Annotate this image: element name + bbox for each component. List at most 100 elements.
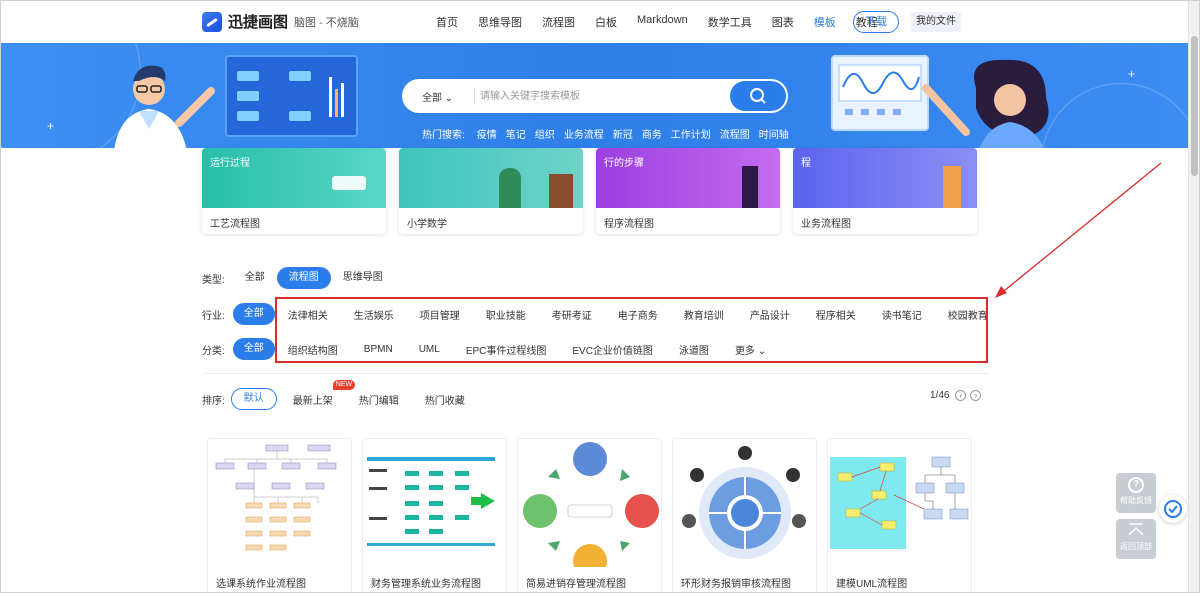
sort-hot-edit-button[interactable]: 热门编辑 [359,392,399,407]
template-card[interactable]: 建模UML流程图 [827,438,972,592]
presenter-illustration-right [922,59,1049,148]
page-indicator: 1/46 [930,390,950,401]
template-card-title: 选课系统作业流程图 [216,579,306,590]
type-filter-label: 类型: [202,274,225,286]
prev-page-icon[interactable]: ‹ [955,390,967,401]
hot-search-item[interactable]: 业务流程 [564,126,604,141]
hot-search-item[interactable]: 组织 [535,126,555,141]
template-search-box: 全部 ⌄ [402,79,788,113]
logo-subtitle: 脑图 - 不烧脑 [294,16,359,29]
type-filter: 类型: 全部 流程图 思维导图 [202,267,395,289]
template-thumbnail [673,439,816,567]
page-scrollbar[interactable] [1188,1,1199,592]
help-feedback-button[interactable]: ? 帮助反馈 [1116,473,1156,513]
nav-item-markdown[interactable]: Markdown [637,14,688,30]
hot-search-item[interactable]: 工作计划 [671,126,711,141]
sort-default-button[interactable]: 默认 [230,388,277,410]
template-thumbnail [363,439,506,567]
download-button[interactable]: 下载 [853,11,899,33]
new-badge: NEW [332,379,356,390]
nav-item-mindmap[interactable]: 思维导图 [478,14,522,30]
back-to-top-label: 返回顶部 [1120,542,1152,551]
my-files-button[interactable]: 我的文件 [911,12,961,32]
hot-search-label: 热门搜索: [422,130,465,141]
assistant-bubble-icon[interactable] [1159,495,1187,523]
featured-card-image: 运行过程 [202,148,386,208]
template-card[interactable]: 选课系统作业流程图 [207,438,352,592]
category-filter-label: 分类: [202,345,225,357]
sort-newest-button[interactable]: 最新上架 NEW [293,379,356,407]
sort-label: 排序: [202,395,225,407]
hot-search-item[interactable]: 流程图 [720,126,750,141]
back-to-top-button[interactable]: 返回顶部 [1116,519,1156,559]
featured-card-title: 业务流程图 [801,219,851,230]
diagram-screen-illustration [225,55,358,137]
template-thumbnail [518,439,661,567]
featured-card[interactable]: 运行过程 工艺流程图 [202,148,386,234]
hot-search-item[interactable]: 新冠 [613,126,633,141]
arrow-up-icon [1128,523,1144,536]
nav-item-home[interactable]: 首页 [436,14,458,30]
template-card-title: 建模UML流程图 [836,579,908,590]
hot-search-item[interactable]: 疫情 [477,126,497,141]
template-card-title: 环形财务报销审核流程图 [681,579,791,590]
industry-filter-label: 行业: [202,310,225,322]
nav-item-math-tools[interactable]: 数学工具 [708,14,752,30]
next-page-icon[interactable]: › [970,390,982,401]
template-card[interactable]: 财务管理系统业务流程图 [362,438,507,592]
top-navigation: 迅捷画图 脑图 - 不烧脑 首页 思维导图 流程图 白板 Markdown 数学… [1,1,1189,43]
template-card[interactable]: 环形财务报销审核流程图 [672,438,817,592]
help-feedback-label: 帮助反馈 [1120,496,1152,505]
template-thumbnail [208,439,351,567]
question-mark-icon: ? [1128,477,1144,493]
template-thumbnail [828,439,971,567]
template-card[interactable]: 简易进销存管理流程图 [517,438,662,592]
template-card-title: 财务管理系统业务流程图 [371,579,481,590]
hot-search-item[interactable]: 商务 [642,126,662,141]
site-logo[interactable]: 迅捷画图 脑图 - 不烧脑 [202,11,359,32]
nav-item-whiteboard[interactable]: 白板 [595,14,617,30]
type-option-mindmap[interactable]: 思维导图 [331,267,395,289]
featured-card-title: 程序流程图 [604,219,654,230]
presenter-illustration-left [114,65,215,148]
type-option-all[interactable]: 全部 [233,267,277,289]
hot-search-item[interactable]: 时间轴 [759,126,789,141]
nav-item-templates[interactable]: 模板 [814,14,836,30]
search-button[interactable] [730,81,786,111]
featured-card-caption: 程 [801,158,811,169]
nav-item-charts[interactable]: 图表 [772,14,794,30]
plus-decoration-icon: + [1128,67,1136,81]
category-option-all[interactable]: 全部 [232,338,275,360]
featured-card-caption: 运行过程 [210,158,250,169]
browser-page: 迅捷画图 脑图 - 不烧脑 首页 思维导图 流程图 白板 Markdown 数学… [0,0,1200,593]
main-nav: 首页 思维导图 流程图 白板 Markdown 数学工具 图表 模板 教程 [436,14,898,30]
sort-bar: 排序: 默认 最新上架 NEW 热门编辑 热门收藏 [202,379,491,410]
highlight-annotation-box [275,297,988,363]
featured-card-title: 小学数学 [407,219,447,230]
scrollbar-thumb[interactable] [1191,36,1198,176]
industry-option-all[interactable]: 全部 [232,303,275,325]
nav-item-flowchart[interactable]: 流程图 [542,14,575,30]
featured-card-caption: 行的步骤 [604,158,644,169]
sort-hot-favorite-button[interactable]: 热门收藏 [425,392,465,407]
pagination: 1/46 ‹ › [930,390,982,401]
search-divider [474,88,475,104]
logo-name: 迅捷画图 [228,14,289,31]
plus-decoration-icon: + [47,119,55,133]
search-icon [750,88,766,104]
hot-search-item[interactable]: 笔记 [506,126,526,141]
featured-card-image [399,148,583,208]
search-category-dropdown[interactable]: 全部 ⌄ [422,89,453,104]
search-input[interactable] [480,87,730,105]
chevron-down-icon: ⌄ [444,93,454,104]
search-banner: + + 全部 ⌄ 请输入关键字搜索模板 热门搜索: 疫情 笔记 组织 业务流程 … [1,43,1189,148]
logo-icon [202,11,222,32]
featured-card-title: 工艺流程图 [210,219,260,230]
type-option-flowchart[interactable]: 流程图 [276,267,331,289]
featured-card[interactable]: 程 业务流程图 [793,148,977,234]
featured-card[interactable]: 小学数学 [399,148,583,234]
template-card-title: 简易进销存管理流程图 [526,579,626,590]
section-divider [202,373,989,374]
featured-card[interactable]: 行的步骤 程序流程图 [596,148,780,234]
hot-searches: 热门搜索: 疫情 笔记 组织 业务流程 新冠 商务 工作计划 流程图 时间轴 [422,126,798,141]
